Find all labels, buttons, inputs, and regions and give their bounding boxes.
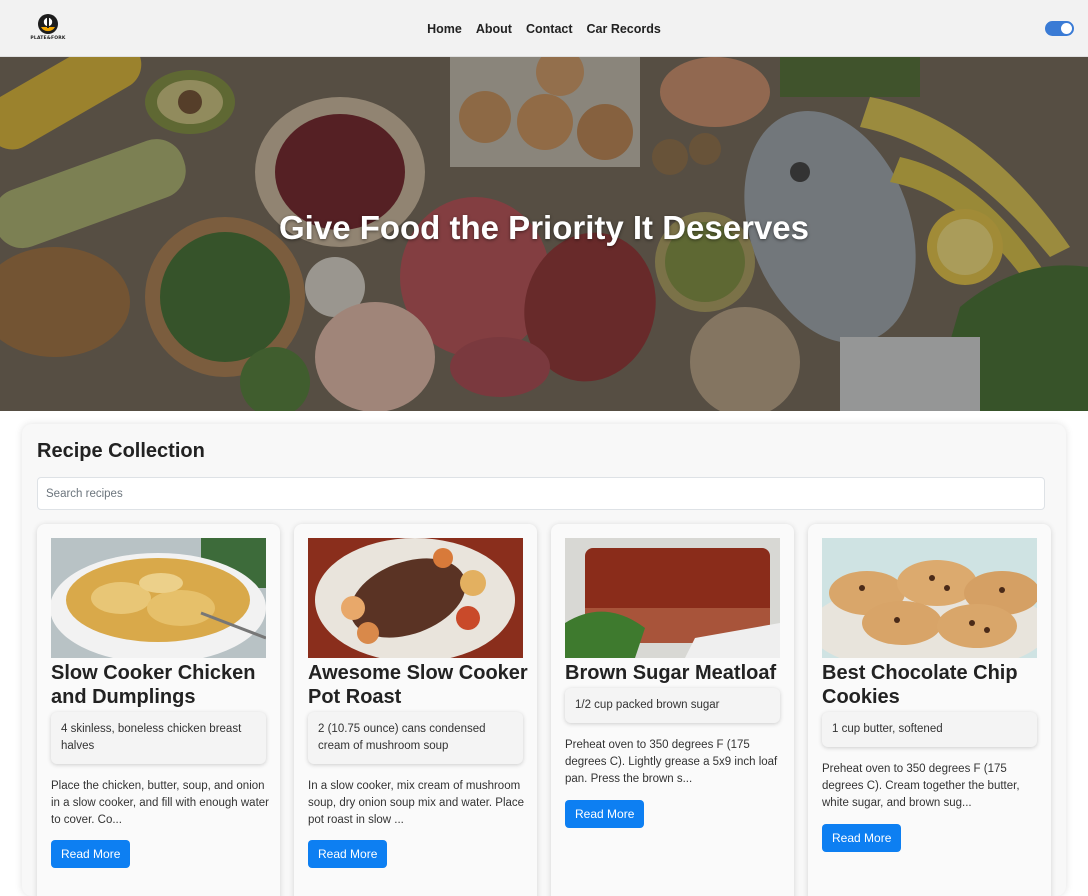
recipe-ingredient: 4 skinless, boneless chicken breast halv… (51, 712, 266, 764)
collection-title: Recipe Collection (37, 440, 205, 462)
recipe-description: Preheat oven to 350 degrees F (175 degre… (565, 739, 778, 785)
main-nav: Home About Contact Car Records (0, 0, 1088, 57)
recipe-image-cookies[interactable] (822, 538, 1037, 658)
search-input[interactable] (37, 477, 1045, 510)
theme-toggle-icon[interactable] (1045, 21, 1074, 36)
read-more-button[interactable]: Read More (51, 840, 131, 868)
recipe-image-chicken-dumplings[interactable] (51, 538, 266, 658)
recipe-collection: Recipe Collection Slow Cooker Chicken an… (22, 424, 1066, 896)
toggle-knob (1061, 23, 1072, 34)
read-more-button[interactable]: Read More (822, 824, 902, 852)
navbar: PLATE&FORK Home About Contact Car Record… (0, 0, 1088, 57)
nav-about[interactable]: About (476, 22, 512, 36)
recipe-card: Best Chocolate Chip Cookies 1 cup butter… (808, 524, 1051, 896)
recipe-card: Brown Sugar Meatloaf 1/2 cup packed brow… (551, 524, 794, 896)
recipe-ingredient: 1/2 cup packed brown sugar (565, 688, 780, 723)
nav-home[interactable]: Home (427, 22, 462, 36)
nav-contact[interactable]: Contact (526, 22, 573, 36)
hero-banner: Give Food the Priority It Deserves (0, 57, 1088, 411)
recipe-description: In a slow cooker, mix cream of mushroom … (308, 780, 525, 826)
recipe-title: Slow Cooker Chicken and Dumplings (51, 662, 256, 708)
recipe-ingredient: 2 (10.75 ounce) cans condensed cream of … (308, 712, 523, 764)
nav-car-records[interactable]: Car Records (587, 22, 661, 36)
recipe-image-pot-roast[interactable] (308, 538, 523, 658)
recipe-card: Awesome Slow Cooker Pot Roast 2 (10.75 o… (294, 524, 537, 896)
recipe-image-meatloaf[interactable] (565, 538, 780, 658)
read-more-button[interactable]: Read More (308, 840, 388, 868)
read-more-button[interactable]: Read More (565, 800, 645, 828)
recipe-description: Place the chicken, butter, soup, and oni… (51, 780, 269, 826)
recipe-card: Slow Cooker Chicken and Dumplings 4 skin… (37, 524, 280, 896)
hero-title: Give Food the Priority It Deserves (279, 209, 809, 246)
recipe-title: Best Chocolate Chip Cookies (822, 662, 1018, 708)
recipe-ingredient: 1 cup butter, softened (822, 712, 1037, 747)
recipe-title: Awesome Slow Cooker Pot Roast (308, 662, 528, 708)
recipe-title: Brown Sugar Meatloaf (565, 662, 777, 684)
recipe-description: Preheat oven to 350 degrees F (175 degre… (822, 763, 1020, 809)
